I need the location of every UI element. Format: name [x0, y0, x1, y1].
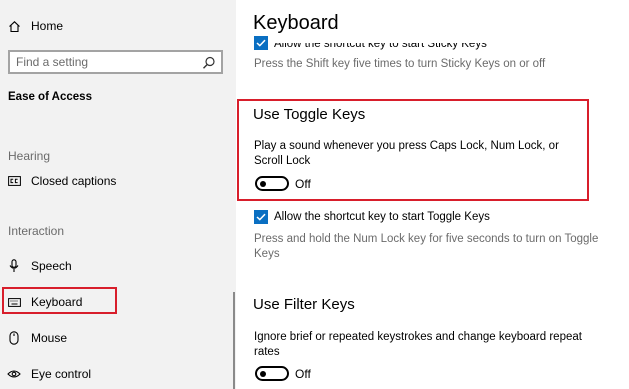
- sidebar-item-speech[interactable]: Speech: [0, 259, 72, 273]
- closed-captions-icon: [7, 174, 21, 188]
- toggle-keys-shortcut-label[interactable]: Allow the shortcut key to start Toggle K…: [274, 210, 490, 225]
- sidebar-item-label: Keyboard: [31, 295, 83, 309]
- toggle-keys-state-label: Off: [295, 177, 311, 191]
- search-box[interactable]: [8, 50, 223, 74]
- toggle-keys-switch[interactable]: [255, 176, 289, 191]
- microphone-icon: [7, 259, 21, 273]
- keyboard-icon: [7, 295, 21, 309]
- home-nav-item[interactable]: Home: [0, 19, 63, 33]
- toggle-keys-description: Play a sound whenever you press Caps Loc…: [254, 140, 559, 167]
- eye-icon: [7, 367, 21, 381]
- toggle-keys-shortcut-checkbox[interactable]: [254, 210, 268, 224]
- sidebar: Home Ease of Access Hearing Closed capti…: [0, 0, 236, 389]
- sidebar-item-label: Eye control: [31, 367, 92, 381]
- filter-keys-heading: Use Filter Keys: [253, 296, 355, 313]
- section-interaction: Interaction: [8, 224, 65, 238]
- checkmark-icon: [256, 213, 266, 221]
- sticky-keys-description: Press the Shift key five times to turn S…: [254, 58, 546, 70]
- filter-keys-state-label: Off: [295, 367, 311, 381]
- filter-keys-description: Ignore brief or repeated keystrokes and …: [254, 331, 582, 358]
- sidebar-item-label: Closed captions: [31, 174, 117, 188]
- toggle-keys-heading: Use Toggle Keys: [253, 106, 366, 123]
- main-content: Keyboard Allow the shortcut key to start…: [236, 0, 629, 389]
- sidebar-item-mouse[interactable]: Mouse: [0, 331, 67, 345]
- filter-keys-switch[interactable]: [255, 366, 289, 381]
- sidebar-item-label: Speech: [31, 259, 72, 273]
- toggle-keys-shortcut-description: Press and hold the Num Lock key for five…: [254, 233, 599, 260]
- mouse-icon: [7, 331, 21, 345]
- title-area: [236, 0, 629, 38]
- search-icon[interactable]: [202, 56, 216, 70]
- sticky-keys-shortcut-checkbox[interactable]: [254, 36, 268, 50]
- sidebar-item-label: Mouse: [31, 331, 68, 345]
- toggle-knob: [260, 370, 266, 377]
- sidebar-item-eye-control[interactable]: Eye control: [0, 367, 91, 381]
- sidebar-scrollbar[interactable]: [233, 292, 235, 389]
- sidebar-item-closed-captions[interactable]: Closed captions: [0, 174, 116, 188]
- checkmark-icon: [256, 39, 266, 47]
- search-input[interactable]: [10, 54, 198, 70]
- category-title: Ease of Access: [8, 91, 92, 103]
- toggle-knob: [260, 180, 266, 187]
- sidebar-item-keyboard[interactable]: Keyboard: [0, 295, 82, 309]
- sticky-keys-shortcut-label: Allow the shortcut key to start Sticky K…: [274, 38, 487, 50]
- section-hearing: Hearing: [8, 149, 51, 163]
- home-icon: [7, 19, 21, 33]
- home-label: Home: [31, 19, 64, 33]
